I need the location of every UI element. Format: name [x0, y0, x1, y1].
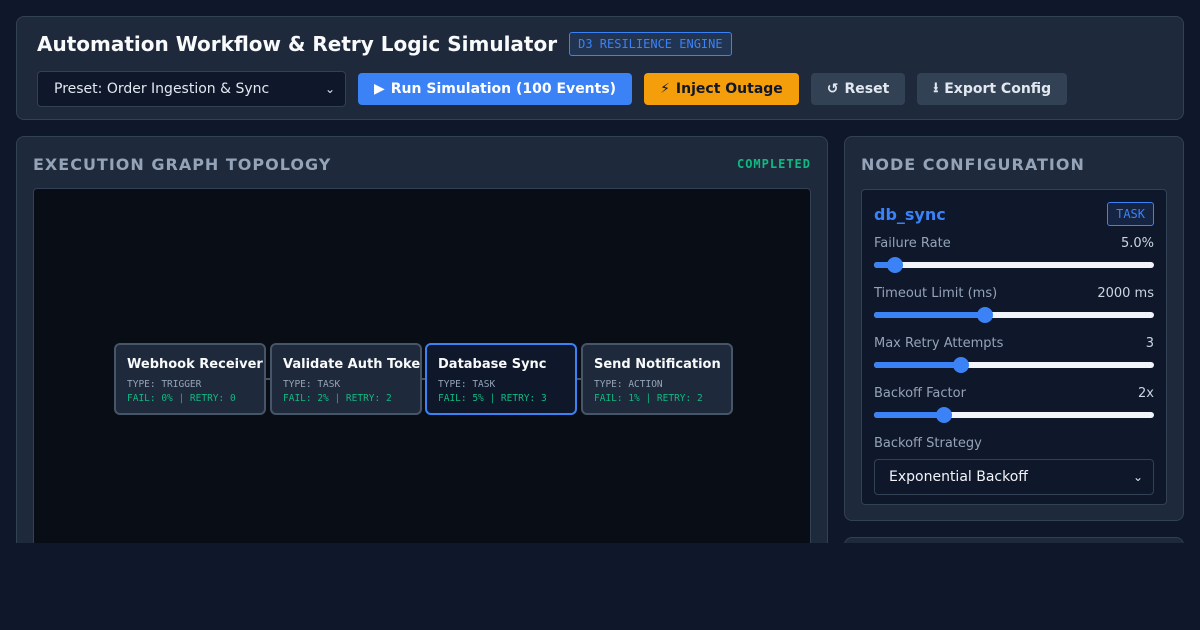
slider-fill: [874, 362, 961, 368]
node-id: db_sync: [874, 204, 946, 224]
engine-badge: D3 RESILIENCE ENGINE: [569, 32, 732, 56]
export-config-button[interactable]: ⭳ Export Config: [917, 73, 1068, 105]
chevron-down-icon: ⌄: [324, 82, 335, 96]
backoff-strategy-select[interactable]: Exponential Backoff ⌄: [874, 459, 1154, 495]
slider-fill: [874, 312, 985, 318]
node-name: Send Notification: [594, 357, 721, 372]
param-failure-rate: Failure Rate 5.0%: [874, 236, 1154, 276]
param-value: 2000 ms: [1097, 286, 1154, 301]
reset-icon: ↺: [826, 81, 839, 97]
preset-select-value: Preset: Order Ingestion & Sync: [54, 81, 270, 97]
inject-outage-label: Inject Outage: [675, 81, 783, 97]
inject-outage-button[interactable]: ⚡ Inject Outage: [644, 73, 799, 105]
param-label: Timeout Limit (ms): [874, 286, 998, 301]
param-max-retry: Max Retry Attempts 3: [874, 336, 1154, 376]
toolbar: Preset: Order Ingestion & Sync ⌄ ▶ Run S…: [37, 71, 1068, 107]
app-title: Automation Workflow & Retry Logic Simula…: [37, 32, 558, 56]
param-value: 5.0%: [1120, 236, 1154, 251]
config-card: db_sync TASK Failure Rate 5.0% Timeout L…: [861, 189, 1167, 505]
slider-thumb[interactable]: [952, 357, 969, 373]
reset-button[interactable]: ↺ Reset: [810, 73, 906, 105]
download-icon: ⭳: [933, 80, 939, 96]
run-simulation-label: Run Simulation (100 Events): [390, 81, 617, 97]
chevron-down-icon: ⌄: [1132, 470, 1143, 484]
title-row: Automation Workflow & Retry Logic Simula…: [37, 32, 732, 56]
node-type-badge: TASK: [1107, 202, 1154, 226]
param-value: 2x: [1138, 386, 1154, 401]
node-stats: FAIL: 0% | RETRY: 0: [127, 393, 236, 404]
timeout-limit-slider[interactable]: [874, 302, 1154, 326]
config-card-header: db_sync TASK: [874, 202, 1154, 226]
param-backoff-factor: Backoff Factor 2x: [874, 386, 1154, 426]
backoff-strategy-label: Backoff Strategy: [874, 436, 982, 451]
graph-node-database-sync[interactable]: Database Sync TYPE: TASK FAIL: 5% | RETR…: [425, 343, 577, 415]
graph-node-send-notification[interactable]: Send Notification TYPE: ACTION FAIL: 1% …: [581, 343, 733, 415]
max-retry-slider[interactable]: [874, 352, 1154, 376]
backoff-strategy-value: Exponential Backoff: [889, 469, 1028, 485]
node-config-panel: NODE CONFIGURATION db_sync TASK Failure …: [844, 136, 1184, 521]
param-label: Failure Rate: [874, 236, 951, 251]
slider-track: [874, 262, 1154, 268]
param-label: Max Retry Attempts: [874, 336, 1004, 351]
slider-thumb[interactable]: [936, 407, 952, 423]
param-label: Backoff Factor: [874, 386, 966, 401]
page-background: [0, 543, 1200, 630]
slider-thumb[interactable]: [887, 257, 903, 273]
status-badge: COMPLETED: [736, 157, 811, 171]
slider-thumb[interactable]: [976, 307, 993, 323]
node-name: Database Sync: [438, 357, 547, 372]
node-type: TYPE: TASK: [438, 379, 496, 390]
header-panel: Automation Workflow & Retry Logic Simula…: [16, 16, 1184, 120]
param-timeout-limit: Timeout Limit (ms) 2000 ms: [874, 286, 1154, 326]
graph-node-webhook-receiver[interactable]: Webhook Receiver TYPE: TRIGGER FAIL: 0% …: [114, 343, 266, 415]
node-type: TYPE: TRIGGER: [127, 379, 202, 390]
play-icon: ▶: [374, 81, 385, 97]
node-type: TYPE: ACTION: [594, 379, 663, 390]
node-stats: FAIL: 2% | RETRY: 2: [283, 393, 392, 404]
config-panel-title: NODE CONFIGURATION: [861, 155, 1085, 174]
run-simulation-button[interactable]: ▶ Run Simulation (100 Events): [358, 73, 633, 105]
node-name: Validate Auth Token: [283, 357, 422, 372]
node-stats: FAIL: 1% | RETRY: 2: [594, 393, 703, 404]
export-config-label: Export Config: [944, 81, 1052, 97]
failure-rate-slider[interactable]: [874, 252, 1154, 276]
slider-fill: [874, 412, 944, 418]
param-value: 3: [1145, 336, 1154, 351]
reset-label: Reset: [844, 81, 890, 97]
backoff-factor-slider[interactable]: [874, 402, 1154, 426]
preset-select[interactable]: Preset: Order Ingestion & Sync ⌄: [37, 71, 346, 107]
graph-node-validate-auth-token[interactable]: Validate Auth Token TYPE: TASK FAIL: 2% …: [270, 343, 422, 415]
node-name: Webhook Receiver: [127, 357, 263, 372]
graph-panel-title: EXECUTION GRAPH TOPOLOGY: [33, 155, 332, 174]
node-type: TYPE: TASK: [283, 379, 341, 390]
node-stats: FAIL: 5% | RETRY: 3: [438, 393, 547, 404]
lightning-icon: ⚡: [660, 81, 670, 97]
